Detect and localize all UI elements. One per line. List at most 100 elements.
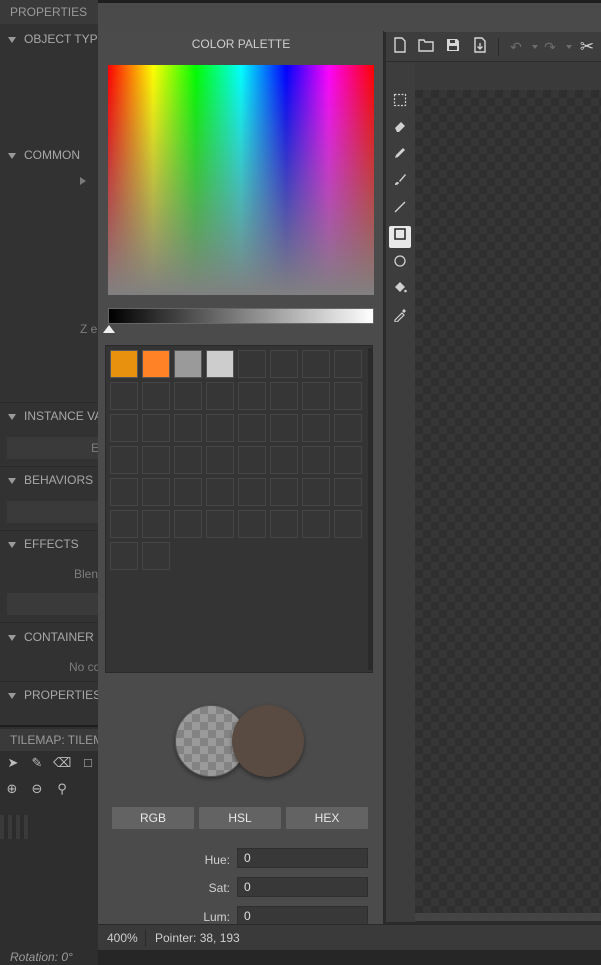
color-swatch[interactable] <box>334 382 362 410</box>
hex-mode-button[interactable]: HEX <box>286 807 368 829</box>
section-properties[interactable]: PROPERTIES <box>0 683 100 707</box>
rectangle-icon[interactable]: □ <box>79 754 97 772</box>
color-swatch[interactable] <box>110 350 138 378</box>
color-swatch[interactable] <box>110 446 138 474</box>
horizontal-scrollbar[interactable] <box>415 913 601 921</box>
color-swatch[interactable] <box>238 510 266 538</box>
color-swatch[interactable] <box>206 478 234 506</box>
cut-icon[interactable]: ✂ <box>577 37 597 57</box>
color-swatch[interactable] <box>174 350 202 378</box>
add-instance-variable-button[interactable]: E <box>7 437 100 459</box>
undo-icon[interactable]: ↶ <box>506 37 526 57</box>
color-swatch[interactable] <box>206 510 234 538</box>
section-behaviors[interactable]: BEHAVIORS <box>0 468 100 492</box>
section-container[interactable]: CONTAINER <box>0 625 100 649</box>
color-swatch[interactable] <box>174 382 202 410</box>
export-icon[interactable] <box>470 37 490 57</box>
rect-select-icon[interactable] <box>389 92 411 114</box>
color-swatch[interactable] <box>110 542 138 570</box>
color-swatch[interactable] <box>110 382 138 410</box>
color-swatch[interactable] <box>142 414 170 442</box>
color-swatch[interactable] <box>270 446 298 474</box>
tile-preview[interactable] <box>0 815 30 839</box>
color-swatch[interactable] <box>110 478 138 506</box>
color-swatch[interactable] <box>238 414 266 442</box>
pointer-icon[interactable]: ➤ <box>4 754 22 772</box>
color-swatch[interactable] <box>142 542 170 570</box>
ellipse-icon[interactable] <box>389 253 411 275</box>
color-swatch[interactable] <box>302 414 330 442</box>
color-swatch[interactable] <box>206 350 234 378</box>
eraser-icon[interactable]: ⌫ <box>53 754 71 772</box>
redo-dropdown-icon[interactable] <box>566 45 572 49</box>
section-effects[interactable]: EFFECTS <box>0 532 100 556</box>
fill-bucket-icon[interactable] <box>389 280 411 302</box>
color-spectrum-picker[interactable] <box>108 65 374 295</box>
color-swatch[interactable] <box>270 414 298 442</box>
color-swatch[interactable] <box>174 414 202 442</box>
color-swatch[interactable] <box>270 478 298 506</box>
undo-dropdown-icon[interactable] <box>532 45 538 49</box>
color-swatch[interactable] <box>334 350 362 378</box>
color-swatch[interactable] <box>334 510 362 538</box>
color-swatch[interactable] <box>270 510 298 538</box>
color-swatch[interactable] <box>142 478 170 506</box>
drawing-canvas[interactable] <box>415 90 601 920</box>
color-swatch[interactable] <box>142 446 170 474</box>
eyedropper-icon[interactable] <box>389 307 411 329</box>
color-swatch[interactable] <box>206 382 234 410</box>
color-swatch[interactable] <box>142 510 170 538</box>
color-swatch[interactable] <box>206 446 234 474</box>
color-swatch[interactable] <box>334 414 362 442</box>
color-swatch[interactable] <box>302 382 330 410</box>
color-swatch[interactable] <box>238 446 266 474</box>
section-instance-variables[interactable]: INSTANCE VAI <box>0 404 100 428</box>
eraser-icon[interactable] <box>389 118 411 140</box>
section-object-type[interactable]: OBJECT TYPE P <box>0 27 100 51</box>
luminance-slider[interactable] <box>108 308 374 324</box>
color-swatch[interactable] <box>174 510 202 538</box>
color-swatch[interactable] <box>142 350 170 378</box>
zoom-in-icon[interactable]: ⊕ <box>3 780 21 798</box>
current-color-preview[interactable] <box>232 705 304 777</box>
save-icon[interactable] <box>443 37 463 57</box>
pencil-icon[interactable]: ✎ <box>28 754 46 772</box>
color-swatch[interactable] <box>174 478 202 506</box>
redo-icon[interactable]: ↷ <box>540 37 560 57</box>
color-swatch[interactable] <box>270 382 298 410</box>
section-common[interactable]: COMMON <box>0 143 100 167</box>
color-swatch[interactable] <box>302 478 330 506</box>
color-swatch[interactable] <box>174 446 202 474</box>
color-swatch[interactable] <box>334 478 362 506</box>
color-swatch[interactable] <box>302 350 330 378</box>
rgb-mode-button[interactable]: RGB <box>112 807 194 829</box>
sat-input[interactable]: 0 <box>237 877 368 897</box>
add-effect-button[interactable] <box>7 593 100 615</box>
color-swatch[interactable] <box>142 382 170 410</box>
expand-arrow-icon[interactable] <box>80 177 86 185</box>
color-swatch[interactable] <box>110 510 138 538</box>
swatch-scrollbar[interactable] <box>368 348 372 670</box>
color-swatch[interactable] <box>238 382 266 410</box>
rectangle-icon[interactable] <box>389 226 411 248</box>
color-swatch[interactable] <box>238 350 266 378</box>
add-behavior-button[interactable] <box>7 501 100 523</box>
color-swatch[interactable] <box>270 350 298 378</box>
color-swatch[interactable] <box>206 414 234 442</box>
zoom-reset-icon[interactable]: ⚲ <box>53 780 71 798</box>
color-swatch[interactable] <box>110 414 138 442</box>
hsl-mode-button[interactable]: HSL <box>199 807 281 829</box>
color-swatch[interactable] <box>302 446 330 474</box>
brush-icon[interactable] <box>389 172 411 194</box>
luminance-slider-thumb[interactable] <box>103 325 115 333</box>
pencil-icon[interactable] <box>389 145 411 167</box>
lum-input[interactable]: 0 <box>237 906 368 926</box>
color-swatch[interactable] <box>238 478 266 506</box>
hue-input[interactable]: 0 <box>237 848 368 868</box>
new-file-icon[interactable] <box>390 37 410 57</box>
color-swatch[interactable] <box>334 446 362 474</box>
zoom-out-icon[interactable]: ⊖ <box>28 780 46 798</box>
line-icon[interactable] <box>389 199 411 221</box>
open-folder-icon[interactable] <box>416 37 436 57</box>
color-swatch[interactable] <box>302 510 330 538</box>
